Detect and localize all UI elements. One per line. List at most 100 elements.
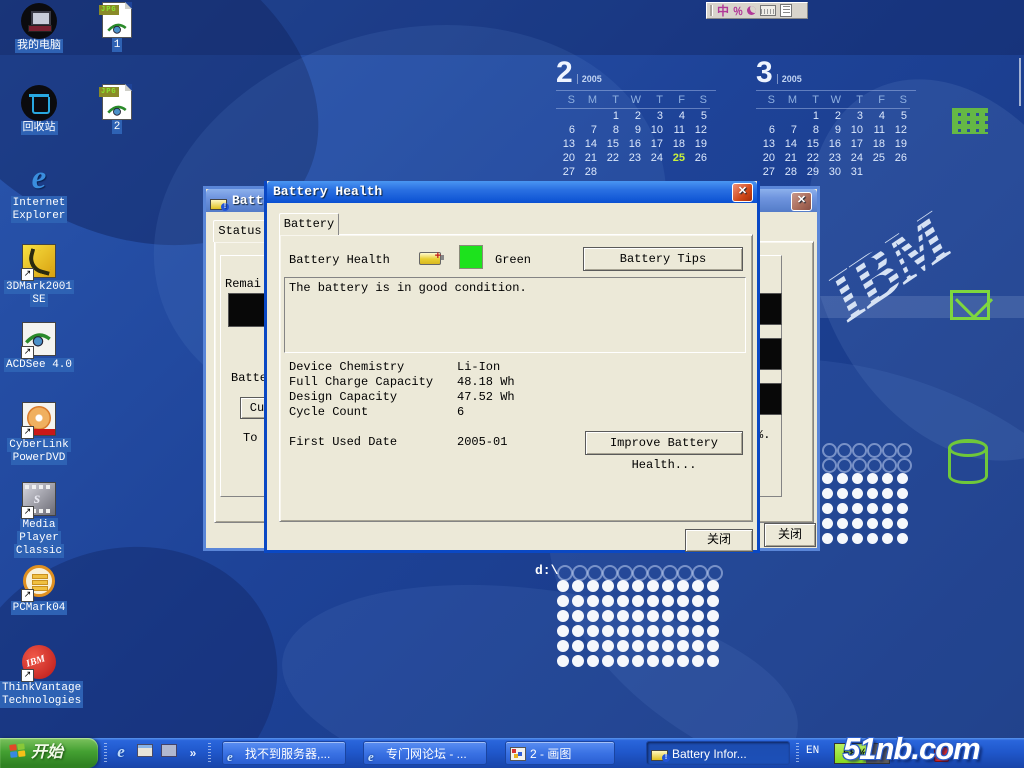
ime-language-bar[interactable]: 中 ％: [706, 2, 808, 19]
wallpaper-dot: [867, 458, 882, 473]
dialog-close-button[interactable]: ✕: [732, 183, 753, 202]
remaining-label: Remai: [225, 277, 261, 291]
wallpaper-dot: [647, 610, 659, 622]
recycle-bin-icon: [21, 85, 57, 121]
ime-drag-handle[interactable]: [710, 5, 713, 16]
desktop-icon-thinkvantage[interactable]: IBM↗ ThinkVantage Technologies: [0, 645, 78, 708]
ie-icon: e: [227, 750, 241, 764]
paint-icon: [510, 747, 526, 761]
taskbar-separator: [208, 743, 211, 763]
task-button-forum[interactable]: e专门网论坛 - ...: [363, 741, 487, 765]
wallpaper-dot: [632, 595, 644, 607]
wallpaper-dot: [882, 518, 893, 529]
icon-label: 我的电脑: [0, 40, 78, 53]
wallpaper-dot: [677, 625, 689, 637]
wallpaper-dot: [692, 625, 704, 637]
detail-value: 48.18 Wh: [457, 375, 515, 389]
wallpaper-dot: [677, 580, 689, 592]
task-button-server-not-found[interactable]: e找不到服务器,...: [222, 741, 346, 765]
desktop-icon-acdsee[interactable]: ↗ ACDSee 4.0: [0, 322, 78, 372]
wallpaper-dot: [602, 595, 614, 607]
ime-lang-indicator[interactable]: 中: [717, 2, 729, 19]
wallpaper-dot: [837, 533, 848, 544]
task-button-battery-information[interactable]: !Battery Infor...: [646, 741, 790, 765]
wallpaper-dot: [647, 580, 659, 592]
icon-label: Internet Explorer: [0, 197, 78, 223]
quicklaunch-media-icon[interactable]: [158, 742, 180, 764]
tab-battery[interactable]: Battery: [279, 213, 339, 235]
wallpaper-dot: [837, 518, 848, 529]
wallpaper-dot: [602, 655, 614, 667]
wallpaper-dot: [822, 458, 837, 473]
desktop-icon-recycle-bin[interactable]: 回收站: [0, 85, 78, 135]
desktop-icon-media-player-classic[interactable]: s↗ Media Player Classic: [0, 482, 78, 558]
wallpaper-dot: [602, 610, 614, 622]
wallpaper-dot: [557, 655, 569, 667]
task-button-paint[interactable]: 2 - 画图: [505, 741, 615, 765]
wallpaper-dot: [677, 655, 689, 667]
background-close-button-bottom[interactable]: 关闭: [764, 523, 816, 547]
desktop-icon-pcmark04[interactable]: ↗ PCMark04: [0, 565, 78, 615]
battery-tips-button[interactable]: Battery Tips: [583, 247, 743, 271]
wallpaper-dot: [867, 518, 878, 529]
ime-keyboard-icon[interactable]: [760, 5, 776, 16]
dialog-close-button-bottom[interactable]: 关闭: [685, 529, 753, 552]
desktop-root: 22005 SMTWTFS123456789101112131415161718…: [0, 0, 1024, 768]
wallpaper-dot: [587, 580, 599, 592]
ie-icon: e: [368, 750, 382, 764]
jpg-file-icon: JPG: [102, 2, 132, 38]
wallpaper-dot: [692, 595, 704, 607]
eye-graphic: [106, 103, 128, 117]
wallpaper-dot: [572, 565, 588, 581]
desktop-icon-my-computer[interactable]: 我的电脑: [0, 3, 78, 53]
dialog-titlebar[interactable]: Battery Health ✕: [267, 181, 757, 203]
wallpaper-dot: [602, 625, 614, 637]
taskbar-separator: [796, 743, 799, 763]
detail-value: 47.52 Wh: [457, 390, 515, 404]
desktop-icon-3dmark2001[interactable]: ↗ 3DMark2001 SE: [0, 244, 78, 307]
wallpaper-dot: [632, 610, 644, 622]
wallpaper-dot: [852, 488, 863, 499]
start-button[interactable]: 开始: [0, 738, 98, 768]
wallpaper-dot: [822, 443, 837, 458]
battery-window-icon: !: [210, 195, 227, 218]
wallpaper-dot: [707, 610, 719, 622]
shortcut-arrow-icon: ↗: [21, 426, 34, 439]
calendar-header: 22005: [556, 56, 716, 91]
wallpaper-dot: [867, 533, 878, 544]
quicklaunch-chevron-icon[interactable]: »: [182, 742, 204, 764]
icon-label: ACDSee 4.0: [0, 359, 78, 372]
wallpaper-dot: [822, 533, 833, 544]
windows-flag-icon: [9, 743, 27, 760]
tray-language-indicator[interactable]: EN: [806, 745, 819, 757]
wallpaper-dot: [852, 458, 867, 473]
wallpaper-dot: [647, 565, 663, 581]
detail-value: Li-Ion: [457, 360, 500, 374]
wallpaper-dot: [897, 518, 908, 529]
tab-status[interactable]: Status: [213, 220, 267, 242]
icon-label: ThinkVantage Technologies: [0, 682, 78, 708]
wallpaper-dot: [882, 443, 897, 458]
wallpaper-dot: [587, 565, 603, 581]
quicklaunch-ie-icon[interactable]: e: [110, 742, 132, 764]
desktop-icon-file-2[interactable]: JPG 2: [78, 84, 156, 134]
desktop-icon-powerdvd[interactable]: ↗ CyberLink PowerDVD: [0, 402, 78, 465]
wallpaper-dot: [692, 580, 704, 592]
background-close-button[interactable]: ✕: [791, 192, 812, 211]
improve-battery-health-button[interactable]: Improve Battery Health...: [585, 431, 743, 455]
wallpaper-dot: [882, 458, 897, 473]
desktop-icon-file-1[interactable]: JPG 1: [78, 2, 156, 52]
quicklaunch-show-desktop-icon[interactable]: [134, 742, 156, 764]
wallpaper-dot: [572, 580, 584, 592]
wallpaper-dot: [837, 473, 848, 484]
desktop-icon-internet-explorer[interactable]: e Internet Explorer: [0, 160, 78, 223]
jpg-file-icon: JPG: [102, 84, 132, 120]
wallpaper-dot: [677, 640, 689, 652]
wallpaper-dot: [662, 580, 674, 592]
ime-menu-icon[interactable]: [780, 4, 792, 17]
wallpaper-dot: [897, 503, 908, 514]
wallpaper-dot: [897, 458, 912, 473]
ime-punctuation-icon[interactable]: [747, 6, 756, 15]
wallpaper-dot: [617, 610, 629, 622]
ime-width-toggle[interactable]: ％: [733, 3, 743, 18]
